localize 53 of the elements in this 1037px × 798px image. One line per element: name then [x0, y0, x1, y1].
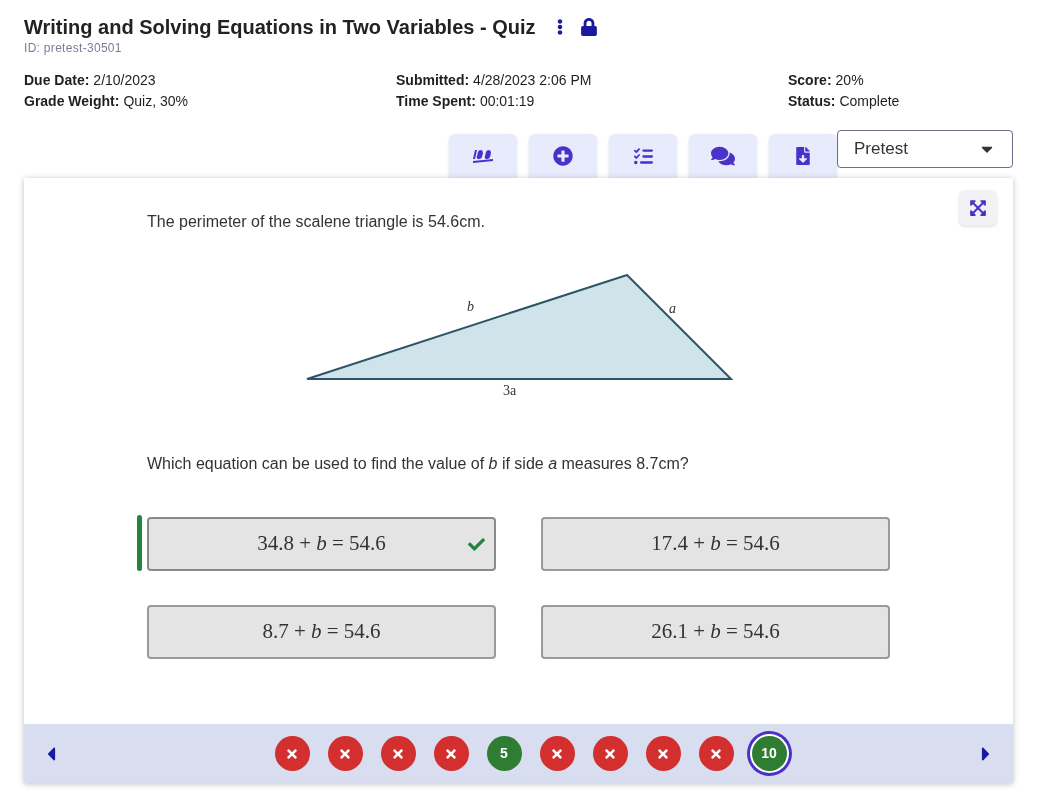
quiz-dropdown[interactable]: Pretest: [837, 130, 1013, 168]
side-label: 3a: [503, 384, 517, 398]
question-number-button[interactable]: [592, 736, 628, 771]
cross-icon: [656, 746, 670, 761]
cross-icon: [285, 746, 299, 761]
side-label: a: [669, 302, 676, 316]
question-text: The perimeter of the scalene triangle is 54.6cm.: [147, 212, 486, 232]
lock-icon: [579, 18, 598, 36]
answer-choice[interactable]: 17.4 + b = 54.6: [541, 517, 890, 571]
cross-icon: [444, 746, 458, 761]
info-label: Due Date:: [24, 71, 90, 90]
info-value: Quiz, 30%: [123, 92, 188, 111]
info-label: Status:: [788, 92, 836, 111]
question-number-button[interactable]: [274, 736, 310, 771]
chat-bubbles-icon: [711, 144, 735, 168]
info-label: Time Spent:: [396, 92, 476, 111]
info-value: 20%: [835, 71, 864, 90]
cross-icon: [709, 746, 723, 761]
info-value: Complete: [839, 92, 900, 111]
cross-icon: [550, 746, 564, 761]
info-value: 00:01:19: [479, 92, 535, 111]
cross-icon: [338, 746, 352, 761]
toolbar-button[interactable]: [769, 134, 837, 178]
toolbar-button[interactable]: [609, 134, 677, 178]
info-label: Submitted:: [396, 71, 470, 90]
answer-choice[interactable]: 26.1 + b = 54.6: [541, 605, 890, 659]
answer-choice[interactable]: 8.7 + b = 54.6: [147, 605, 496, 659]
question-number-button[interactable]: 5: [486, 736, 522, 771]
info-label: Score:: [788, 71, 832, 90]
toolbar-button[interactable]: [449, 134, 517, 178]
question-number-button[interactable]: [433, 736, 469, 771]
question-text: Which equation can be used to find the value of b if side a measures 8.7cm?: [147, 454, 690, 474]
info-value: 2/10/2023: [93, 71, 156, 90]
toolbar-button[interactable]: [689, 134, 757, 178]
side-label: b: [467, 300, 474, 314]
info-label: Grade Weight:: [24, 92, 120, 111]
cross-icon: [391, 746, 405, 761]
question-number-button[interactable]: [645, 736, 681, 771]
quiz-id: ID: pretest-30501: [24, 42, 123, 54]
quiz-title: Writing and Solving Equations in Two Variables - Quiz: [24, 15, 536, 40]
expand-icon: [969, 199, 987, 217]
question-number-button[interactable]: [327, 736, 363, 771]
question-number-button[interactable]: [539, 736, 575, 771]
hundred-points-icon: [472, 147, 494, 165]
answer-choice[interactable]: 34.8 + b = 54.6: [147, 517, 496, 571]
question-number-button[interactable]: [380, 736, 416, 771]
expand-button[interactable]: [959, 190, 997, 226]
toolbar-button[interactable]: [529, 134, 597, 178]
cross-icon: [603, 746, 617, 761]
question-number-button[interactable]: [698, 736, 734, 771]
checklist-icon: [633, 146, 653, 166]
info-value: 4/28/2023 2:06 PM: [473, 71, 592, 90]
file-download-icon: [794, 147, 812, 165]
